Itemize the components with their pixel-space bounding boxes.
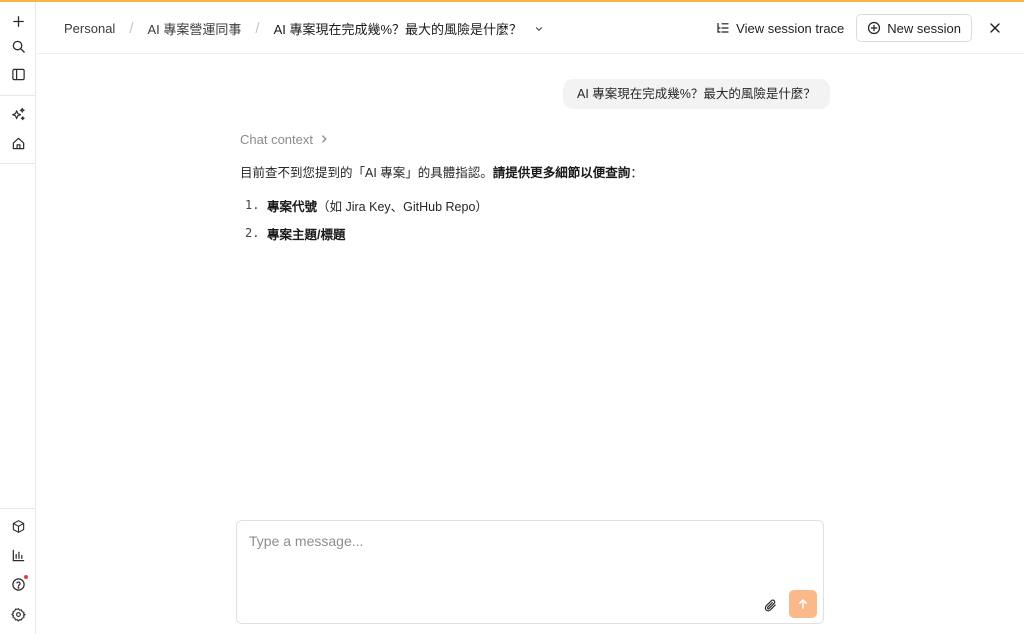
breadcrumb-session-label: AI 專案現在完成幾%？最大的風險是什麼？ — [273, 21, 523, 37]
chat-context-toggle[interactable]: Chat context — [240, 131, 329, 147]
notification-dot — [24, 575, 28, 579]
arrow-up-icon — [797, 598, 809, 610]
assistant-intro-prefix: 目前查不到您提到的「AI 專案」的具體指認。 — [240, 166, 493, 180]
view-session-trace-label: View session trace — [736, 20, 845, 36]
user-message: AI 專案現在完成幾%？最大的風險是什麼？ — [563, 79, 830, 109]
send-button[interactable] — [789, 590, 817, 618]
list-item-number: 1. — [245, 198, 260, 212]
chevron-down-icon — [534, 24, 544, 34]
breadcrumb-project[interactable]: AI 專案營運同事 — [147, 19, 241, 38]
list-item-text: （如 Jira Key、GitHub Repo） — [317, 199, 488, 214]
header: Personal / AI 專案營運同事 / AI 專案現在完成幾%？最大的風險… — [37, 2, 1024, 54]
message-input[interactable] — [249, 533, 809, 581]
chevron-right-icon — [319, 134, 329, 144]
list-item: 1. 專案代號 （如 Jira Key、GitHub Repo） — [240, 197, 824, 214]
assistant-intro-suffix: ： — [630, 166, 643, 180]
chat-context-label: Chat context — [240, 131, 313, 147]
close-icon[interactable] — [984, 17, 1006, 39]
assistant-message: 目前查不到您提到的「AI 專案」的具體指認。請提供更多細節以便查詢： 1. 專案… — [240, 165, 824, 253]
list-item-bold: 專案代號 — [267, 199, 318, 214]
help-icon[interactable] — [6, 572, 30, 596]
cube-icon[interactable] — [6, 514, 30, 538]
breadcrumb-separator: / — [255, 19, 260, 37]
paperclip-icon[interactable] — [759, 594, 781, 616]
rail-divider — [0, 508, 36, 509]
assistant-intro: 目前查不到您提到的「AI 專案」的具體指認。請提供更多細節以便查詢： — [240, 165, 824, 181]
sparkles-icon[interactable] — [6, 102, 30, 126]
new-session-button[interactable]: New session — [856, 14, 972, 42]
plus-icon[interactable] — [6, 9, 30, 33]
header-actions: View session trace New session — [716, 2, 1006, 54]
list-item: 2. 專案主題/標題 — [240, 225, 824, 242]
breadcrumb-session[interactable]: AI 專案現在完成幾%？最大的風險是什麼？ — [274, 19, 544, 38]
list-item-bold: 專案主題/標題 — [267, 227, 346, 242]
assistant-intro-bold: 請提供更多細節以便查詢 — [492, 166, 631, 180]
rail-divider — [0, 163, 36, 164]
view-session-trace-button[interactable]: View session trace — [716, 15, 844, 42]
home-icon[interactable] — [6, 131, 30, 155]
new-session-label: New session — [887, 20, 961, 36]
rail-divider — [0, 95, 36, 96]
breadcrumb: Personal / AI 專案營運同事 / AI 專案現在完成幾%？最大的風險… — [64, 2, 544, 54]
breadcrumb-personal[interactable]: Personal — [64, 21, 115, 36]
left-rail — [0, 2, 36, 634]
breadcrumb-separator: / — [129, 19, 134, 37]
sidebar-toggle-icon[interactable] — [6, 62, 30, 86]
plus-circle-icon — [867, 21, 881, 35]
gear-icon[interactable] — [6, 602, 30, 626]
message-composer — [236, 520, 824, 624]
list-tree-icon — [716, 21, 730, 35]
bar-chart-icon[interactable] — [6, 543, 30, 567]
list-item-number: 2. — [245, 226, 260, 240]
search-icon[interactable] — [6, 34, 30, 58]
assistant-list: 1. 專案代號 （如 Jira Key、GitHub Repo） 2. 專案主題… — [240, 197, 824, 242]
